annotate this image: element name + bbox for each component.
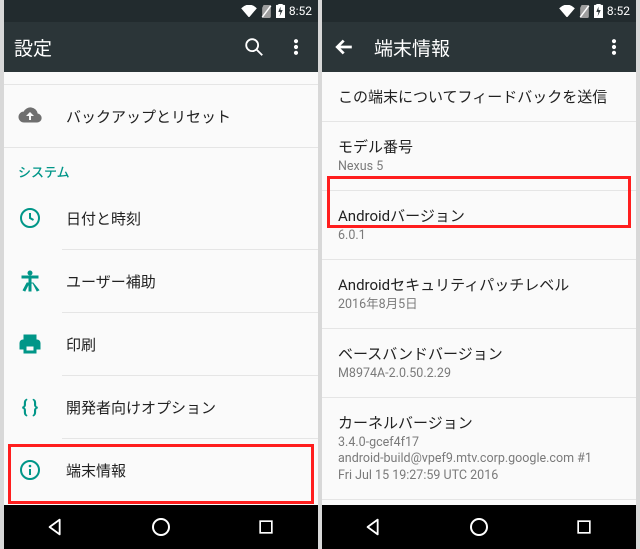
row-label: ユーザー補助 <box>66 271 156 292</box>
section-system: システム <box>4 148 318 187</box>
row-date-time[interactable]: 日付と時刻 <box>4 187 318 249</box>
row-label: バックアップとリセット <box>66 106 231 127</box>
item-title: カーネルバージョン <box>338 412 620 433</box>
overflow-menu-icon[interactable] <box>284 35 308 59</box>
item-value: 6.0.1 <box>338 228 620 245</box>
code-braces-icon: { } <box>18 395 42 419</box>
no-sim-icon <box>579 5 590 18</box>
nav-recent-icon[interactable] <box>253 514 279 540</box>
clock-icon <box>18 206 42 230</box>
status-time: 8:52 <box>607 4 630 18</box>
search-icon[interactable] <box>242 35 266 59</box>
row-label: 開発者向けオプション <box>66 397 216 418</box>
back-icon[interactable] <box>332 35 356 59</box>
status-bar: 8:52 <box>4 0 318 22</box>
row-build-number[interactable]: ビルド番号 MOB30Y <box>322 500 636 505</box>
battery-charging-icon <box>594 4 603 18</box>
status-time: 8:52 <box>289 4 312 18</box>
row-baseband[interactable]: ベースバンドバージョン M8974A-2.0.50.2.29 <box>322 329 636 397</box>
item-title: モデル番号 <box>338 136 620 157</box>
item-value: Nexus 5 <box>338 159 620 176</box>
item-title: Androidセキュリティパッチレベル <box>338 274 620 295</box>
item-value: 3.4.0-gcef4f17 android-build@vpef9.mtv.c… <box>338 435 620 486</box>
wifi-icon <box>241 5 257 17</box>
overflow-menu-icon[interactable] <box>602 35 626 59</box>
item-title: Androidバージョン <box>338 205 620 226</box>
cloud-upload-icon <box>18 104 42 128</box>
item-value: 2016年8月5日 <box>338 297 620 314</box>
about-list[interactable]: この端末についてフィードバックを送信 モデル番号 Nexus 5 Android… <box>322 72 636 505</box>
action-bar: 設定 <box>4 22 318 72</box>
wifi-icon <box>559 5 575 17</box>
accessibility-icon <box>18 269 42 293</box>
row-kernel[interactable]: カーネルバージョン 3.4.0-gcef4f17 android-build@v… <box>322 398 636 500</box>
nav-home-icon[interactable] <box>148 514 174 540</box>
navigation-bar <box>4 505 318 549</box>
action-bar: 端末情報 <box>322 22 636 72</box>
item-title: この端末についてフィードバックを送信 <box>338 86 620 107</box>
row-label: 印刷 <box>66 334 96 355</box>
row-android-version[interactable]: Androidバージョン 6.0.1 <box>322 191 636 259</box>
row-backup-reset[interactable]: バックアップとリセット <box>4 85 318 147</box>
print-icon <box>18 332 42 356</box>
item-value: M8974A-2.0.50.2.29 <box>338 366 620 383</box>
nav-recent-icon[interactable] <box>571 514 597 540</box>
page-title: 設定 <box>14 34 224 61</box>
nav-home-icon[interactable] <box>466 514 492 540</box>
row-security-patch[interactable]: Androidセキュリティパッチレベル 2016年8月5日 <box>322 260 636 328</box>
battery-charging-icon <box>276 4 285 18</box>
nav-back-icon[interactable] <box>361 514 387 540</box>
info-icon <box>18 458 42 482</box>
row-developer-options[interactable]: { } 開発者向けオプション <box>4 376 318 438</box>
row-model-number[interactable]: モデル番号 Nexus 5 <box>322 122 636 190</box>
no-sim-icon <box>261 5 272 18</box>
row-printing[interactable]: 印刷 <box>4 313 318 375</box>
row-send-feedback[interactable]: この端末についてフィードバックを送信 <box>322 72 636 121</box>
row-label: 日付と時刻 <box>66 208 141 229</box>
row-accessibility[interactable]: ユーザー補助 <box>4 250 318 312</box>
phone-settings: 8:52 設定 バックアップとリセット システム <box>4 0 318 549</box>
row-label: 端末情報 <box>66 460 126 481</box>
row-about-phone[interactable]: 端末情報 <box>4 439 318 501</box>
nav-back-icon[interactable] <box>43 514 69 540</box>
status-bar: 8:52 <box>322 0 636 22</box>
phone-about: 8:52 端末情報 この端末についてフィードバックを送信 モデル番号 Nexus… <box>322 0 636 549</box>
item-title: ベースバンドバージョン <box>338 343 620 364</box>
navigation-bar <box>322 505 636 549</box>
settings-list[interactable]: バックアップとリセット システム 日付と時刻 ユーザー補助 <box>4 72 318 505</box>
page-title: 端末情報 <box>374 34 584 61</box>
